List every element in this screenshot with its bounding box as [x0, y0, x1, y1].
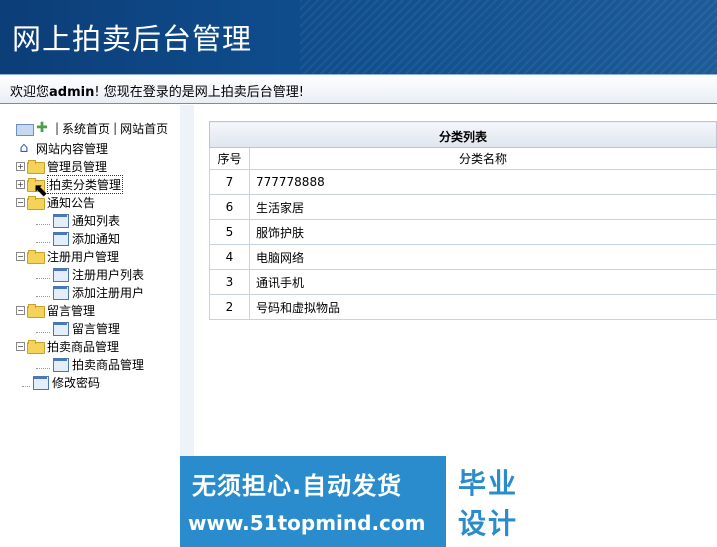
tree-root[interactable]: ⌂ 网站内容管理: [16, 139, 168, 157]
welcome-suffix: ! 您现在登录的是网上拍卖后台管理!: [94, 85, 304, 100]
add-icon: ✚: [36, 120, 48, 136]
tree-group-messages[interactable]: − 留言管理: [16, 301, 168, 319]
tree-line: [36, 234, 50, 243]
tree-item-add-user[interactable]: 添加注册用户: [16, 283, 168, 301]
nav-tree: ✚ | 系统首页 | 网站首页 ⌂ 网站内容管理 + 管理员管理 + 拍卖分类管…: [16, 119, 168, 391]
folder-icon: [27, 339, 45, 354]
app-title: 网上拍卖后台管理: [12, 22, 253, 56]
cell-index: 5: [209, 219, 250, 245]
page-icon: [32, 375, 49, 390]
tree-group-label: 留言管理: [47, 303, 96, 318]
separator: |: [55, 121, 60, 135]
cell-index: 3: [209, 269, 250, 295]
banner-line1: 无须担心.自动发货: [192, 472, 403, 500]
top-links: ✚ | 系统首页 | 网站首页: [16, 119, 168, 137]
page-icon: [52, 285, 69, 300]
folder-icon: [27, 249, 45, 264]
tree-item-goods[interactable]: 拍卖商品管理: [16, 355, 168, 373]
expand-icon[interactable]: +: [16, 179, 25, 189]
welcome-prefix: 欢迎您: [10, 85, 50, 100]
tree-item-label: 修改密码: [52, 375, 101, 390]
home-icon: ⌂: [19, 140, 29, 156]
tree-item-messages[interactable]: 留言管理: [16, 319, 168, 337]
tree-group-users[interactable]: − 注册用户管理: [16, 247, 168, 265]
table-caption: 分类列表: [209, 121, 717, 148]
tree-group-label: 管理员管理: [47, 159, 108, 174]
banner-line2: www.51topmind.com: [188, 511, 426, 535]
page-icon: [52, 231, 69, 246]
badge-line2: 设计: [458, 507, 519, 540]
cell-index: 4: [209, 244, 250, 270]
tree-line: [22, 378, 30, 387]
tree-group-label: 注册用户管理: [47, 249, 120, 264]
cell-name: 777778888: [249, 169, 717, 195]
monitor-icon: [16, 121, 34, 136]
separator: |: [113, 121, 118, 135]
table-row[interactable]: 5 服饰护肤: [209, 219, 717, 245]
tree-line: [36, 288, 50, 297]
column-header-index: 序号: [209, 147, 250, 170]
tree-item-notice-list[interactable]: 通知列表: [16, 211, 168, 229]
expand-icon[interactable]: +: [16, 161, 25, 171]
tree-group-admin[interactable]: + 管理员管理: [16, 157, 168, 175]
tree-group-label: 拍卖商品管理: [47, 339, 120, 354]
page-icon: [52, 213, 69, 228]
page-icon: [52, 357, 69, 372]
app-header: 网上拍卖后台管理: [0, 0, 717, 74]
system-home-link[interactable]: 系统首页: [62, 120, 110, 137]
tree-item-add-notice[interactable]: 添加通知: [16, 229, 168, 247]
tree-group-label: 通知公告: [47, 195, 96, 210]
page-icon: [52, 267, 69, 282]
tree-item-label: 添加注册用户: [72, 285, 145, 300]
tree-line: [36, 324, 50, 333]
tree-item-change-password[interactable]: 修改密码: [16, 373, 168, 391]
welcome-bar: 欢迎您admin! 您现在登录的是网上拍卖后台管理!: [0, 74, 717, 104]
tree-line: [36, 216, 50, 225]
tree-item-label: 拍卖商品管理: [72, 357, 145, 372]
collapse-icon[interactable]: −: [16, 305, 25, 315]
tree-item-label: 通知列表: [72, 213, 121, 228]
tree-item-user-list[interactable]: 注册用户列表: [16, 265, 168, 283]
site-home-link[interactable]: 网站首页: [120, 120, 168, 137]
collapse-icon[interactable]: −: [16, 197, 25, 207]
category-table: 分类列表 序号 分类名称 7 777778888 6 生活家居 5 服饰护肤 4…: [209, 121, 717, 320]
tree-line: [36, 270, 50, 279]
cell-index: 6: [209, 194, 250, 220]
cell-name: 服饰护肤: [249, 219, 717, 245]
tree-group-label: 拍卖分类管理: [47, 174, 124, 194]
badge-line1: 毕业: [458, 467, 519, 500]
folder-icon: [27, 159, 45, 174]
banner-badge: 毕业 设计: [442, 456, 537, 547]
tree-root-label: 网站内容管理: [36, 141, 109, 156]
tree-item-label: 添加通知: [72, 231, 121, 246]
collapse-icon[interactable]: −: [16, 341, 25, 351]
column-header-name: 分类名称: [249, 147, 717, 170]
mouse-cursor-icon: ⬉: [33, 180, 49, 201]
table-row[interactable]: 7 777778888: [209, 169, 717, 195]
table-row[interactable]: 2 号码和虚拟物品: [209, 294, 717, 320]
cell-index: 2: [209, 294, 250, 320]
cell-name: 通讯手机: [249, 269, 717, 295]
table-row[interactable]: 3 通讯手机: [209, 269, 717, 295]
tree-item-label: 留言管理: [72, 321, 121, 336]
watermark-banner: 无须担心.自动发货 www.51topmind.com 毕业 设计: [180, 456, 537, 547]
cell-name: 生活家居: [249, 194, 717, 220]
tree-group-goods[interactable]: − 拍卖商品管理: [16, 337, 168, 355]
table-row[interactable]: 4 电脑网络: [209, 244, 717, 270]
cell-name: 号码和虚拟物品: [249, 294, 717, 320]
folder-icon: [27, 303, 45, 318]
cell-name: 电脑网络: [249, 244, 717, 270]
cell-index: 7: [209, 169, 250, 195]
welcome-user: admin: [49, 85, 95, 100]
collapse-icon[interactable]: −: [16, 251, 25, 261]
page-icon: [52, 321, 69, 336]
table-row[interactable]: 6 生活家居: [209, 194, 717, 220]
tree-line: [36, 360, 50, 369]
tree-item-label: 注册用户列表: [72, 267, 145, 282]
